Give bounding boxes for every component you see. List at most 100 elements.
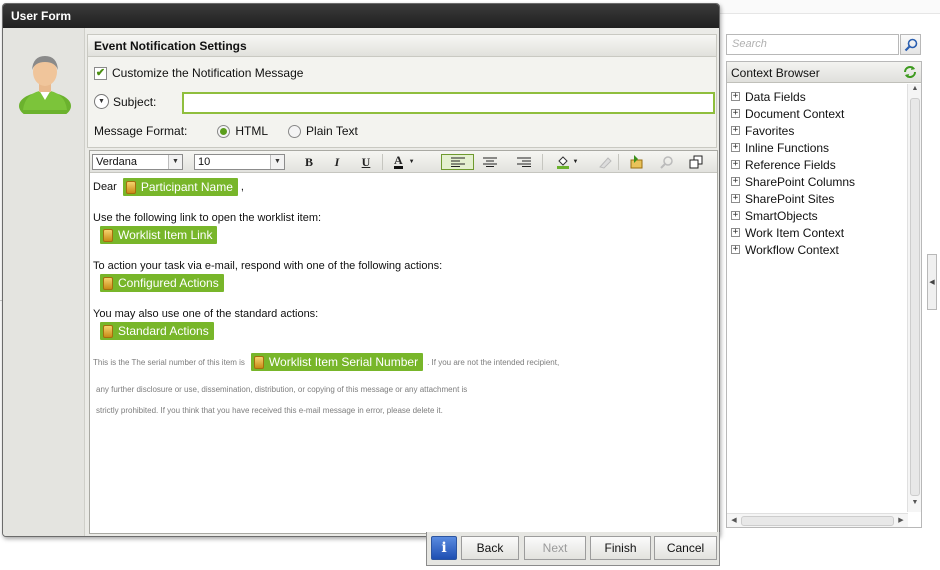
subject-input[interactable]: [182, 92, 715, 114]
expand-plus-icon[interactable]: +: [731, 126, 740, 135]
participant-name-field[interactable]: Participant Name: [122, 178, 238, 196]
customize-label: Customize the Notification Message: [112, 66, 304, 80]
format-html-label[interactable]: HTML: [235, 124, 268, 138]
collapse-panel-handle[interactable]: ◀: [927, 254, 937, 310]
customize-checkbox[interactable]: ✔: [94, 66, 107, 80]
clear-format-button[interactable]: [595, 154, 615, 170]
horizontal-scrollbar[interactable]: ◀ ▶: [727, 513, 908, 527]
editor-toolbar: Verdana ▼ 10 ▼ B I U A ▼ ▼: [90, 151, 717, 173]
align-center-button[interactable]: [480, 154, 500, 170]
context-tree-item[interactable]: + SharePoint Sites: [731, 190, 855, 207]
expand-plus-icon[interactable]: +: [731, 194, 740, 203]
database-icon: [253, 355, 264, 369]
search-icon: [904, 38, 917, 51]
disclaimer-line-2: any further disclosure or use, dissemina…: [96, 385, 468, 394]
next-button[interactable]: Next: [524, 536, 586, 560]
vertical-scrollbar[interactable]: ▲ ▼: [907, 84, 921, 512]
search-input[interactable]: Search: [726, 34, 899, 55]
context-tree: + Data Fields + Document Context + Favorites +…: [731, 88, 855, 258]
context-tree-item[interactable]: + Favorites: [731, 122, 855, 139]
expand-plus-icon[interactable]: +: [731, 245, 740, 254]
align-right-button[interactable]: [514, 154, 534, 170]
expand-plus-icon[interactable]: +: [731, 211, 740, 220]
dialog-button-bar: i Back Next Finish Cancel: [426, 532, 720, 566]
toolbar-separator: [542, 154, 543, 170]
context-tree-item[interactable]: + Data Fields: [731, 88, 855, 105]
context-tree-item[interactable]: + Workflow Context: [731, 241, 855, 258]
field-label: Worklist Item Serial Number: [268, 355, 419, 369]
back-button[interactable]: Back: [461, 536, 519, 560]
eraser-icon: [599, 157, 612, 169]
context-browser-title: Context Browser: [731, 66, 820, 80]
customize-row[interactable]: ✔ Customize the Notification Message: [94, 66, 303, 80]
refresh-button[interactable]: [902, 64, 918, 80]
comma-text: ,: [240, 181, 244, 193]
scroll-right-icon[interactable]: ▶: [895, 514, 907, 528]
format-plain-radio[interactable]: [288, 124, 302, 138]
font-size-value: 10: [198, 156, 211, 168]
scroll-down-icon[interactable]: ▼: [908, 499, 922, 511]
context-tree-item[interactable]: + Work Item Context: [731, 224, 855, 241]
chevron-down-icon: ▼: [408, 159, 415, 165]
context-tree-item[interactable]: + SmartObjects: [731, 207, 855, 224]
field-label: Participant Name: [140, 180, 233, 194]
scroll-up-icon[interactable]: ▲: [908, 85, 922, 97]
worklist-item-link-field[interactable]: Worklist Item Link: [100, 226, 218, 244]
italic-button[interactable]: I: [327, 154, 347, 170]
cancel-button[interactable]: Cancel: [654, 536, 717, 560]
scroll-left-icon[interactable]: ◀: [728, 514, 740, 528]
insert-field-button[interactable]: [627, 154, 647, 170]
font-select[interactable]: Verdana ▼: [92, 154, 183, 170]
find-button[interactable]: [657, 154, 677, 170]
serial-post-text: . If you are not the intended recipient,: [427, 357, 560, 367]
info-button[interactable]: i: [431, 536, 457, 560]
context-tree-item[interactable]: + Inline Functions: [731, 139, 855, 156]
context-tree-item-label: SmartObjects: [745, 208, 818, 223]
format-html-radio[interactable]: [217, 124, 231, 138]
format-plain-label[interactable]: Plain Text: [306, 124, 358, 138]
subject-label: Subject:: [113, 94, 157, 109]
font-value: Verdana: [96, 156, 137, 168]
dialog-title: User Form: [3, 4, 719, 28]
chevron-down-icon[interactable]: ▼: [94, 94, 109, 109]
bold-button[interactable]: B: [299, 154, 319, 170]
font-color-button[interactable]: A ▼: [390, 154, 424, 170]
configured-actions-line: Configured Actions: [100, 274, 224, 293]
field-label: Worklist Item Link: [118, 228, 213, 242]
chevron-left-icon: ◀: [929, 279, 935, 286]
settings-header: Event Notification Settings: [88, 35, 716, 57]
context-tree-item[interactable]: + Reference Fields: [731, 156, 855, 173]
check-icon: ✔: [95, 66, 106, 79]
serial-number-field[interactable]: Worklist Item Serial Number: [250, 353, 424, 371]
align-left-button[interactable]: [441, 154, 474, 170]
configured-actions-field[interactable]: Configured Actions: [100, 274, 224, 292]
chevron-down-icon[interactable]: ▼: [270, 155, 284, 169]
expand-plus-icon[interactable]: +: [731, 143, 740, 152]
expand-plus-icon[interactable]: +: [731, 160, 740, 169]
view-source-button[interactable]: [686, 154, 706, 170]
expand-plus-icon[interactable]: +: [731, 228, 740, 237]
scroll-thumb[interactable]: [741, 516, 894, 526]
font-color-icon: A: [394, 153, 403, 169]
expand-plus-icon[interactable]: +: [731, 92, 740, 101]
finish-button[interactable]: Finish: [590, 536, 651, 560]
chevron-down-icon[interactable]: ▼: [168, 155, 182, 169]
underline-button[interactable]: U: [356, 154, 376, 170]
field-label: Standard Actions: [118, 324, 209, 338]
context-tree-item-label: Work Item Context: [745, 225, 845, 240]
context-tree-item[interactable]: + Document Context: [731, 105, 855, 122]
search-button[interactable]: [900, 34, 921, 55]
expand-plus-icon[interactable]: +: [731, 109, 740, 118]
user-form-dialog: User Form Event Notification Settings ✔ …: [2, 3, 720, 537]
format-row: Message Format: HTML Plain Text: [94, 124, 358, 138]
message-editor[interactable]: Verdana ▼ 10 ▼ B I U A ▼ ▼ Dear Particip…: [89, 150, 718, 534]
context-tree-item[interactable]: + SharePoint Columns: [731, 173, 855, 190]
expand-plus-icon[interactable]: +: [731, 177, 740, 186]
standard-actions-field[interactable]: Standard Actions: [100, 322, 214, 340]
font-size-select[interactable]: 10 ▼: [194, 154, 285, 170]
scroll-thumb[interactable]: [910, 98, 920, 496]
context-tree-item-label: Workflow Context: [745, 242, 839, 257]
highlight-color-button[interactable]: ▼: [552, 154, 582, 170]
database-icon: [103, 228, 113, 242]
paint-bucket-icon: [556, 156, 569, 169]
